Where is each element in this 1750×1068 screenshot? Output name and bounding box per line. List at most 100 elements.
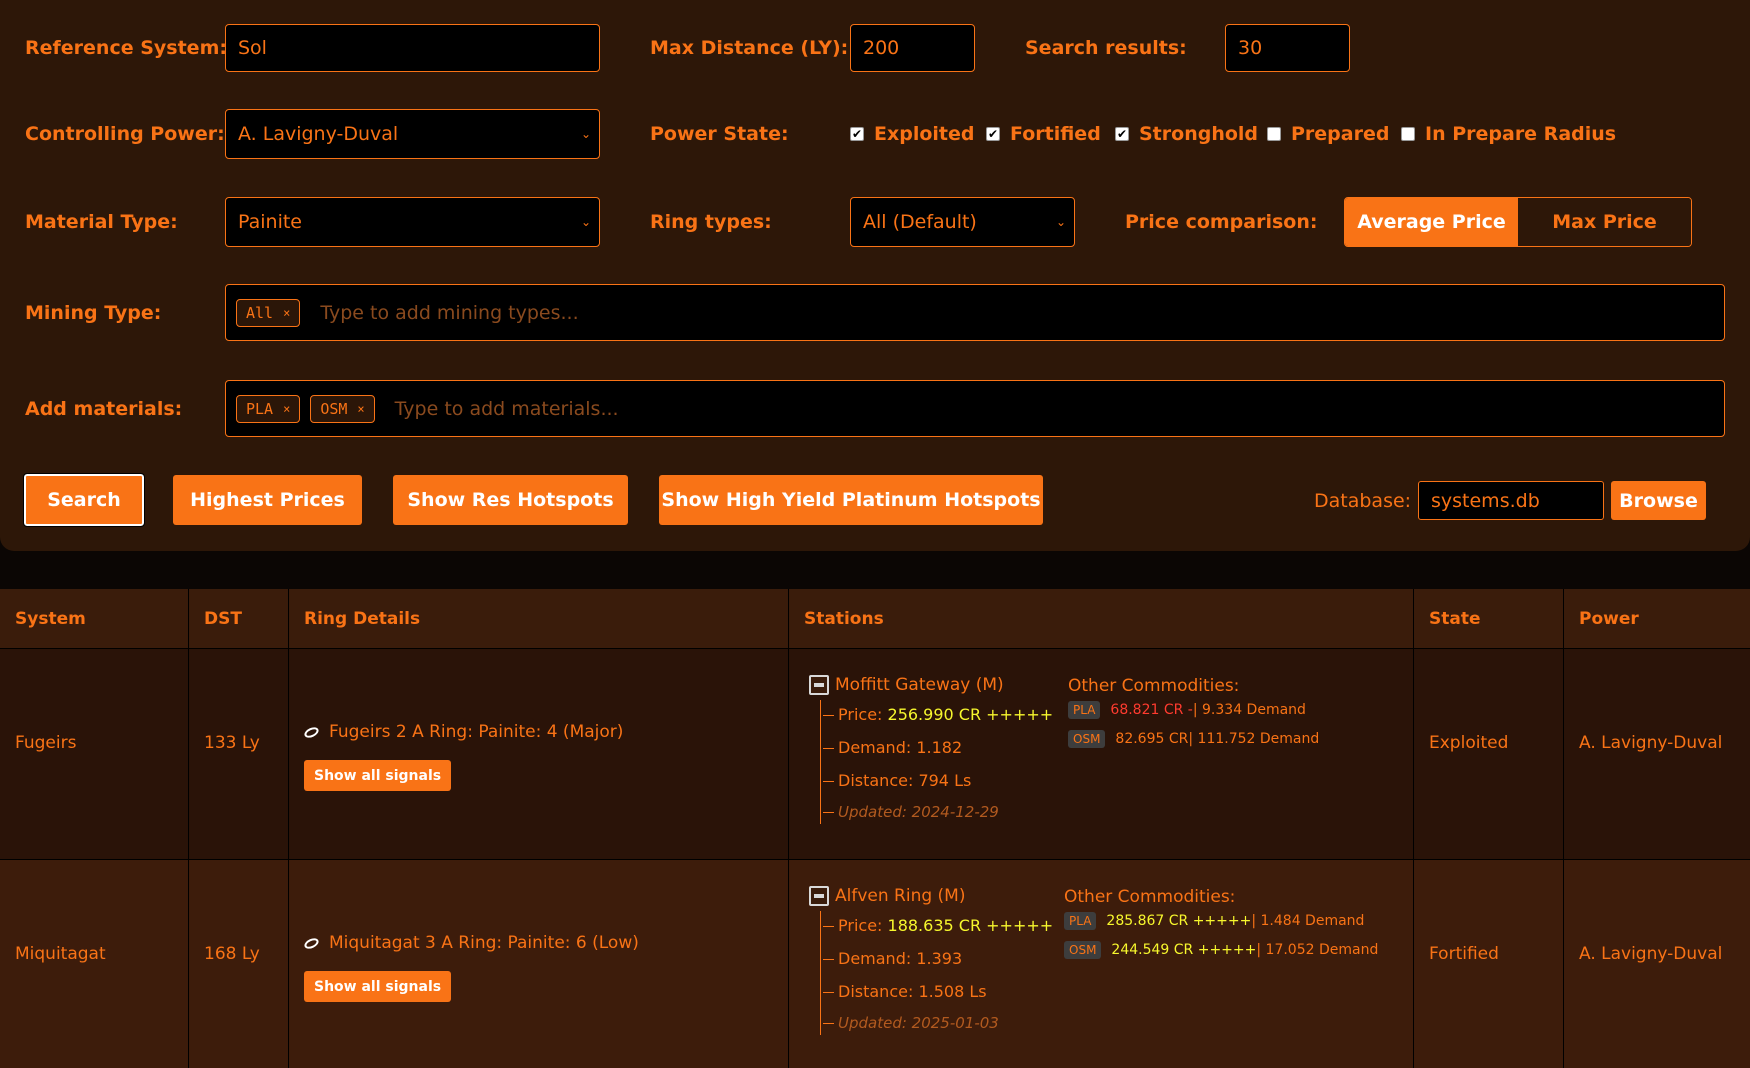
tag-remove-icon[interactable]: × xyxy=(357,402,364,416)
power-value: A. Lavigny-Duval xyxy=(1579,944,1723,964)
checkbox-in-prepare-radius[interactable]: In Prepare Radius xyxy=(1401,123,1616,145)
search-results-label: Search results: xyxy=(1025,37,1187,59)
checkbox-checked-icon: ✔ xyxy=(1115,127,1129,141)
checkbox-label: In Prepare Radius xyxy=(1425,123,1617,145)
header-system[interactable]: System xyxy=(0,589,189,648)
search-panel: Reference System: Sol Max Distance (LY):… xyxy=(0,0,1750,551)
header-stations[interactable]: Stations xyxy=(789,589,1414,648)
system-name: Miquitagat xyxy=(15,944,106,964)
commodity-demand: | 9.334 Demand xyxy=(1192,702,1306,718)
checkbox-unchecked-icon xyxy=(1401,127,1415,141)
browse-button[interactable]: Browse xyxy=(1611,481,1706,520)
checkbox-stronghold[interactable]: ✔ Stronghold xyxy=(1115,123,1258,145)
price-value: 188.635 CR +++++ xyxy=(887,916,1054,935)
cell-stations: Alfven Ring (M) Price: 188.635 CR +++++ … xyxy=(789,860,1414,1068)
cell-state: Exploited xyxy=(1414,649,1564,859)
ring-types-value: All (Default) xyxy=(863,211,977,233)
cell-system: Miquitagat xyxy=(0,860,189,1068)
ring-detail-text: Fugeirs 2 A Ring: Painite: 4 (Major) xyxy=(329,722,624,742)
power-value: A. Lavigny-Duval xyxy=(1579,733,1723,753)
tag-label: PLA xyxy=(246,399,274,418)
max-price-option[interactable]: Max Price xyxy=(1518,198,1691,246)
cell-system: Fugeirs xyxy=(0,649,189,859)
distance-value: 168 Ly xyxy=(204,944,260,964)
tag-remove-icon[interactable]: × xyxy=(283,402,290,416)
station-distance: Distance: 794 Ls xyxy=(822,771,972,790)
max-distance-input[interactable]: 200 xyxy=(850,24,975,72)
ring-types-select[interactable]: All (Default) ⌄ xyxy=(850,197,1075,247)
station-name[interactable]: Moffitt Gateway (M) xyxy=(809,675,1004,695)
other-commodities-title: Other Commodities: xyxy=(1064,887,1236,907)
mining-type-placeholder: Type to add mining types... xyxy=(320,301,579,324)
station-icon xyxy=(809,886,829,906)
station-name[interactable]: Alfven Ring (M) xyxy=(809,886,965,906)
ring-detail-text: Miquitagat 3 A Ring: Painite: 6 (Low) xyxy=(329,933,639,953)
station-distance: Distance: 1.508 Ls xyxy=(823,982,987,1001)
show-res-hotspots-button[interactable]: Show Res Hotspots xyxy=(393,475,628,525)
material-type-label: Material Type: xyxy=(25,211,178,233)
mining-type-input[interactable]: All × Type to add mining types... xyxy=(225,284,1725,341)
checkbox-checked-icon: ✔ xyxy=(850,127,864,141)
checkbox-fortified[interactable]: ✔ Fortified xyxy=(986,123,1101,145)
station-demand: Demand: 1.182 xyxy=(822,738,963,757)
controlling-power-select[interactable]: A. Lavigny-Duval ⌄ xyxy=(225,109,600,159)
station-name-text: Moffitt Gateway (M) xyxy=(835,675,1004,695)
commodity-price: 82.695 CR xyxy=(1115,731,1189,747)
material-type-select[interactable]: Painite ⌄ xyxy=(225,197,600,247)
state-value: Fortified xyxy=(1429,944,1499,964)
material-type-value: Painite xyxy=(238,211,302,233)
checkbox-label: Exploited xyxy=(874,123,975,145)
price-value: 256.990 CR +++++ xyxy=(887,705,1054,724)
power-state-label: Power State: xyxy=(650,123,789,145)
ring-icon xyxy=(302,935,321,951)
show-high-yield-hotspots-button[interactable]: Show High Yield Platinum Hotspots xyxy=(659,475,1043,525)
cell-dst: 133 Ly xyxy=(189,649,289,859)
price-label: Price: xyxy=(838,705,888,724)
table-row: Miquitagat 168 Ly Miquitagat 3 A Ring: P… xyxy=(0,860,1750,1068)
tag-chip: OSM × xyxy=(310,394,375,423)
search-results-input[interactable]: 30 xyxy=(1225,24,1350,72)
other-commodity: OSM 244.549 CR +++++ | 17.052 Demand xyxy=(1064,941,1378,959)
header-power[interactable]: Power xyxy=(1564,589,1750,648)
add-materials-input[interactable]: PLA × OSM × Type to add materials... xyxy=(225,380,1725,437)
commodity-code: PLA xyxy=(1064,912,1097,930)
other-commodities-title: Other Commodities: xyxy=(1068,676,1240,696)
cell-power: A. Lavigny-Duval xyxy=(1564,649,1750,859)
ring-types-label: Ring types: xyxy=(650,211,772,233)
results-table: System DST Ring Details Stations State P… xyxy=(0,589,1750,1068)
commodity-price: 285.867 CR +++++ xyxy=(1106,913,1252,929)
chevron-down-icon: ⌄ xyxy=(580,215,591,229)
cell-ring-details: Fugeirs 2 A Ring: Painite: 4 (Major) Sho… xyxy=(289,649,789,859)
chevron-down-icon: ⌄ xyxy=(1055,215,1066,229)
highest-prices-button[interactable]: Highest Prices xyxy=(173,475,362,525)
show-all-signals-button[interactable]: Show all signals xyxy=(304,760,452,791)
cell-stations: Moffitt Gateway (M) Price: 256.990 CR ++… xyxy=(789,649,1414,859)
chevron-down-icon: ⌄ xyxy=(580,127,591,141)
cell-power: A. Lavigny-Duval xyxy=(1564,860,1750,1068)
station-icon xyxy=(809,675,829,695)
header-state[interactable]: State xyxy=(1414,589,1564,648)
show-all-signals-button[interactable]: Show all signals xyxy=(304,971,452,1002)
checkbox-label: Stronghold xyxy=(1139,123,1259,145)
other-commodity: PLA 285.867 CR +++++ | 1.484 Demand xyxy=(1064,912,1364,930)
checkbox-prepared[interactable]: Prepared xyxy=(1267,123,1389,145)
header-ring-details[interactable]: Ring Details xyxy=(289,589,789,648)
state-value: Exploited xyxy=(1429,733,1509,753)
cell-dst: 168 Ly xyxy=(189,860,289,1068)
price-label: Price: xyxy=(838,916,888,935)
add-materials-label: Add materials: xyxy=(25,398,183,420)
cell-state: Fortified xyxy=(1414,860,1564,1068)
tag-remove-icon[interactable]: × xyxy=(283,306,290,320)
other-commodity: PLA 68.821 CR - | 9.334 Demand xyxy=(1068,701,1306,719)
station-name-text: Alfven Ring (M) xyxy=(835,886,966,906)
tag-chip: All × xyxy=(236,298,301,327)
controlling-power-label: Controlling Power: xyxy=(25,123,225,145)
commodity-code: OSM xyxy=(1068,730,1106,748)
database-input[interactable]: systems.db xyxy=(1418,481,1604,520)
station-tree-line xyxy=(820,911,821,1035)
header-dst[interactable]: DST xyxy=(189,589,289,648)
checkbox-exploited[interactable]: ✔ Exploited xyxy=(850,123,974,145)
search-button[interactable]: Search xyxy=(23,473,145,527)
average-price-option[interactable]: Average Price xyxy=(1345,198,1518,246)
reference-system-input[interactable]: Sol xyxy=(225,24,600,72)
